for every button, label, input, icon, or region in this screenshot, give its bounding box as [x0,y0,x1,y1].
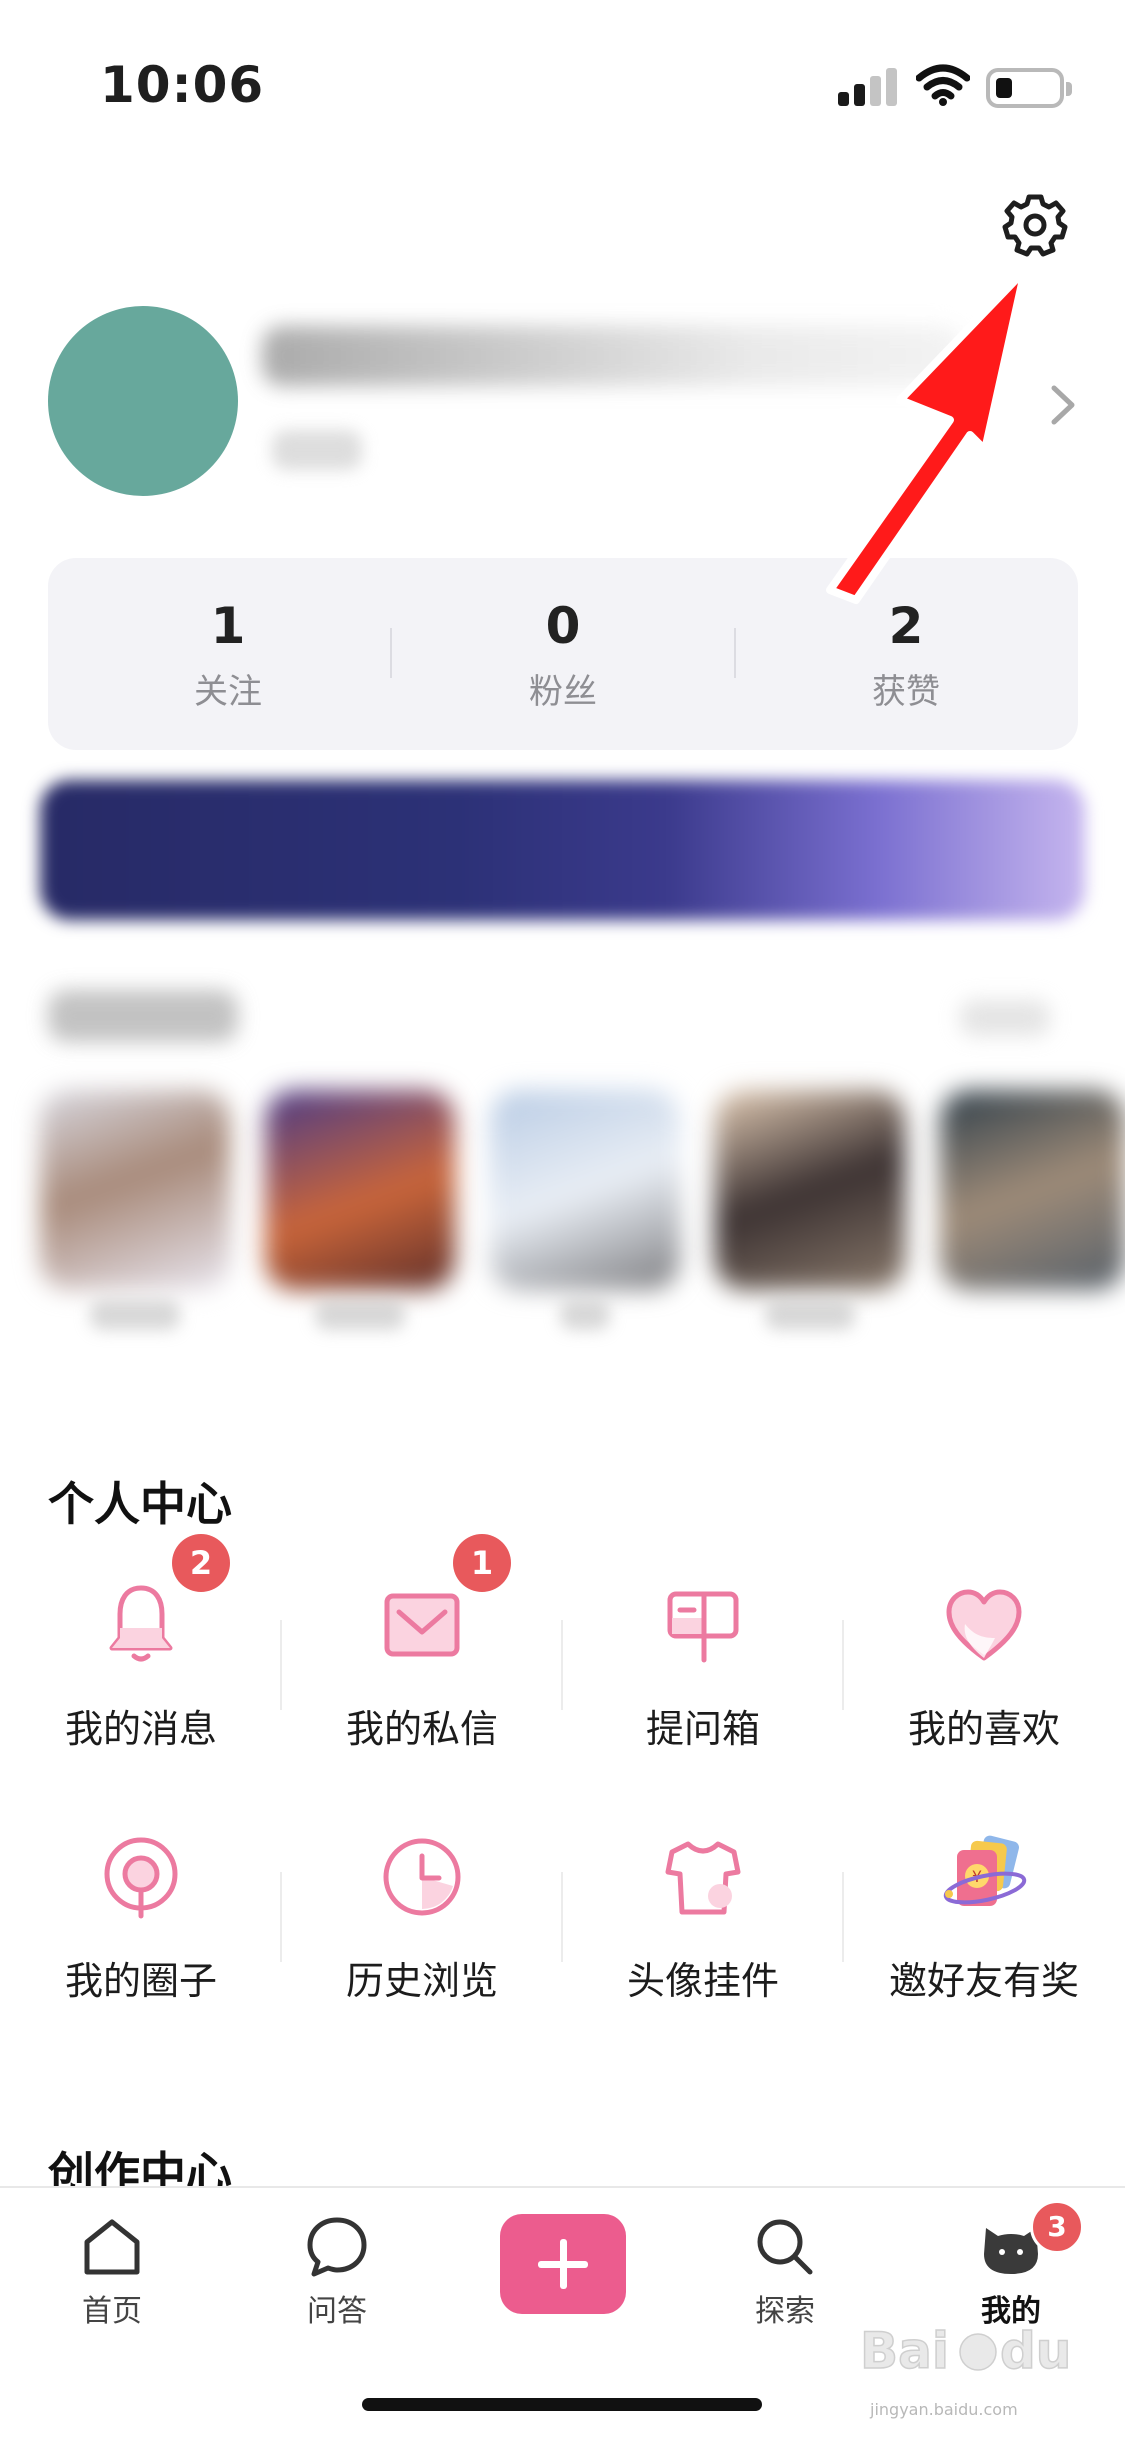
stat-divider [734,628,736,678]
menu-item-label: 提问箱 [645,1707,760,1751]
tshirt-icon [665,1841,741,1915]
section-title-personal-center: 个人中心 [48,1477,232,1531]
tab-explore[interactable]: 探索 [700,2214,870,2344]
search-icon [757,2219,813,2275]
tab-label: 首页 [82,2294,142,2329]
clock-icon [383,1838,461,1916]
stat-label: 关注 [194,672,262,712]
wifi-icon [916,64,970,106]
mailbox-icon [667,1591,739,1663]
recommend-more-blurred[interactable] [960,1000,1050,1036]
bell-icon [109,1585,173,1662]
menu-item-label: 头像挂件 [626,1959,779,2003]
menu-item-messages[interactable]: 2 我的消息 [0,1534,282,1800]
unread-badge: 2 [172,1534,230,1592]
recommend-thumb[interactable] [490,1090,680,1290]
chat-bubble-icon [307,2217,367,2277]
stat-label: 粉丝 [529,672,597,712]
circle-pin-icon [104,1837,178,1919]
stat-value: 1 [210,597,246,655]
svg-text:Bai: Bai [860,2322,949,2380]
tab-home[interactable]: 首页 [27,2214,197,2344]
menu-item-question-box[interactable]: 提问箱 [562,1580,844,1800]
user-subtitle-blurred [272,430,362,470]
heart-icon [946,1589,1022,1661]
home-indicator [362,2398,762,2411]
menu-item-label: 我的私信 [345,1707,498,1751]
unread-badge: 1 [453,1534,511,1592]
tab-label: 探索 [755,2294,815,2329]
menu-item-label: 我的喜欢 [907,1707,1060,1751]
menu-item-label: 历史浏览 [345,1959,498,2003]
menu-item-circles[interactable]: 我的圈子 [0,1832,282,2052]
stat-followers[interactable]: 0 粉丝 [433,596,693,713]
menu-item-likes[interactable]: 我的喜欢 [843,1580,1125,1800]
recommend-thumb[interactable] [940,1090,1125,1290]
annotation-arrow-icon [826,266,1029,604]
watermark-url: jingyan.baidu.com [870,2400,1018,2419]
stat-following[interactable]: 1 关注 [98,596,358,713]
promo-banner-blurred[interactable] [40,780,1085,920]
menu-item-invite-friends[interactable]: ¥ 邀好友有奖 [843,1832,1125,2052]
stat-value: 0 [545,597,581,655]
recommend-caption-blurred [315,1300,405,1330]
settings-gear-icon[interactable] [1002,192,1068,258]
menu-item-avatar-pendant[interactable]: 头像挂件 [562,1832,844,2052]
cellular-signal-icon [838,66,898,106]
recommend-caption-blurred [90,1300,180,1330]
recommend-thumb[interactable] [715,1090,905,1290]
tab-badge: 3 [1030,2200,1084,2254]
menu-item-private-messages[interactable]: 1 我的私信 [281,1534,563,1800]
menu-item-label: 我的圈子 [64,1959,217,2003]
add-post-button[interactable] [500,2214,626,2314]
tab-qa[interactable]: 问答 [252,2214,422,2344]
recommend-caption-blurred [560,1300,610,1330]
menu-item-history[interactable]: 历史浏览 [281,1832,563,2052]
tab-label: 问答 [307,2294,367,2329]
stat-divider [390,628,392,678]
baidu-watermark-logo: Bai du [860,2321,1072,2381]
stat-likes[interactable]: 2 获赞 [776,596,1036,713]
recommend-thumb[interactable] [40,1090,230,1290]
envelope-icon [384,1593,460,1657]
red-envelope-icon: ¥ [943,1835,1027,1906]
status-time: 10:06 [100,56,265,114]
recommend-title-blurred [48,990,238,1042]
recommend-thumb[interactable] [265,1090,455,1290]
menu-item-label: 我的消息 [64,1707,217,1751]
svg-text:du: du [1000,2322,1071,2380]
home-icon [84,2219,140,2275]
battery-icon [986,68,1072,108]
recommend-caption-blurred [765,1300,855,1330]
menu-item-label: 邀好友有奖 [888,1959,1079,2003]
avatar[interactable] [48,306,238,496]
stat-label: 获赞 [872,672,940,712]
